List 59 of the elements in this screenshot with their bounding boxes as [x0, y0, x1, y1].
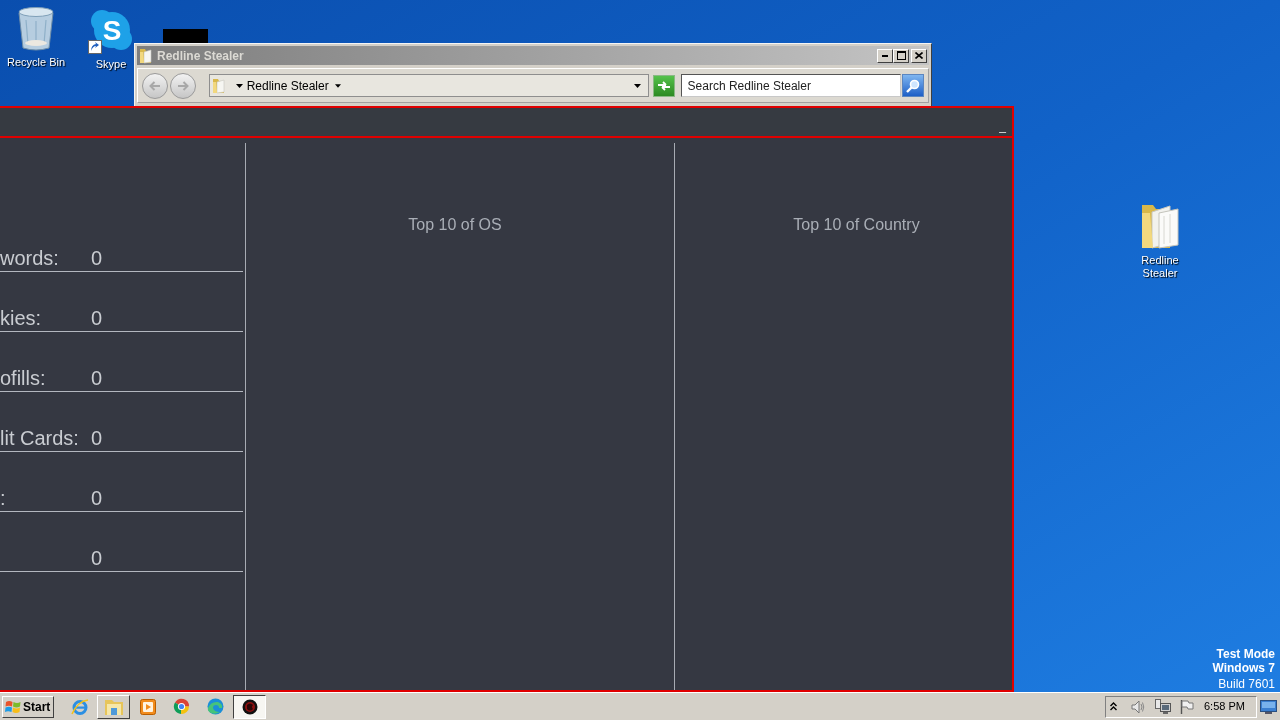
clock[interactable]: 6:58 PM [1204, 698, 1245, 715]
window-title: Redline Stealer [157, 47, 244, 65]
chevron-up-icon[interactable] [1110, 702, 1117, 711]
folder-icon [103, 697, 124, 716]
stat-value: 0 [91, 246, 103, 270]
taskbar-button[interactable] [233, 694, 266, 719]
stat-label: ofills: [0, 366, 46, 390]
desktop-icon-label[interactable]: Redline Stealer [1129, 254, 1191, 280]
panel-title: Top 10 of OS [408, 215, 502, 235]
disc-logo-icon [241, 698, 258, 715]
stat-label: kies: [0, 306, 42, 330]
folder-icon[interactable] [1140, 202, 1180, 250]
system-notice-text: Test Mode [1216, 647, 1275, 661]
caret-icon [334, 83, 341, 88]
e-logo-icon [70, 697, 89, 716]
caret-icon [632, 83, 642, 88]
desktop-icon-label[interactable]: Skype [95, 58, 127, 71]
start-button[interactable]: Start [2, 695, 54, 718]
stat-value: 0 [91, 306, 103, 330]
refresh-icon [656, 80, 671, 91]
breadcrumb-item[interactable]: Redline Stealer [246, 76, 329, 95]
refresh-button[interactable] [652, 74, 675, 97]
arrow-left-icon [148, 80, 161, 91]
search-button[interactable] [902, 74, 924, 97]
stat-label: : [0, 486, 6, 510]
arrow-right-icon [176, 80, 189, 91]
close-button[interactable] [911, 48, 927, 63]
flag-icon[interactable] [1180, 699, 1194, 714]
stat-label: lit Cards: [0, 426, 79, 450]
desktop-icon-label[interactable]: Recycle Bin [6, 56, 66, 69]
show-desktop-icon[interactable] [1260, 699, 1277, 714]
stat-value: 0 [91, 546, 103, 570]
wave-circle-icon [207, 698, 224, 715]
stat-value: 0 [91, 426, 103, 450]
address-bar[interactable]: Redline Stealer [208, 74, 649, 97]
minimize-button[interactable] [877, 48, 893, 63]
maximize-icon [896, 51, 906, 60]
search-icon [906, 78, 921, 93]
recycle-bin-icon[interactable] [17, 6, 55, 52]
folder-icon [211, 77, 226, 94]
redaction-bar [163, 29, 208, 43]
minimize-button[interactable]: _ [997, 120, 1008, 136]
stat-value: 0 [91, 486, 103, 510]
caret-icon [235, 83, 243, 88]
stat-label: words: [0, 246, 59, 270]
folder-icon [139, 47, 153, 64]
system-notice-text: Windows 7 [1212, 661, 1275, 675]
network-icon[interactable] [1155, 699, 1171, 714]
stat-value: 0 [91, 366, 103, 390]
panel-title: Top 10 of Country [793, 215, 920, 235]
search-field[interactable]: Search Redline Stealer [680, 74, 902, 97]
close-icon [915, 52, 923, 59]
maximize-button[interactable] [893, 48, 909, 63]
tricolor-circle-icon [173, 698, 190, 715]
minimize-icon [882, 54, 888, 57]
windows-flag-icon [5, 699, 21, 714]
speaker-icon[interactable] [1131, 699, 1145, 714]
system-notice-text: Build 7601 [1218, 677, 1275, 691]
play-tile-icon [139, 698, 156, 715]
